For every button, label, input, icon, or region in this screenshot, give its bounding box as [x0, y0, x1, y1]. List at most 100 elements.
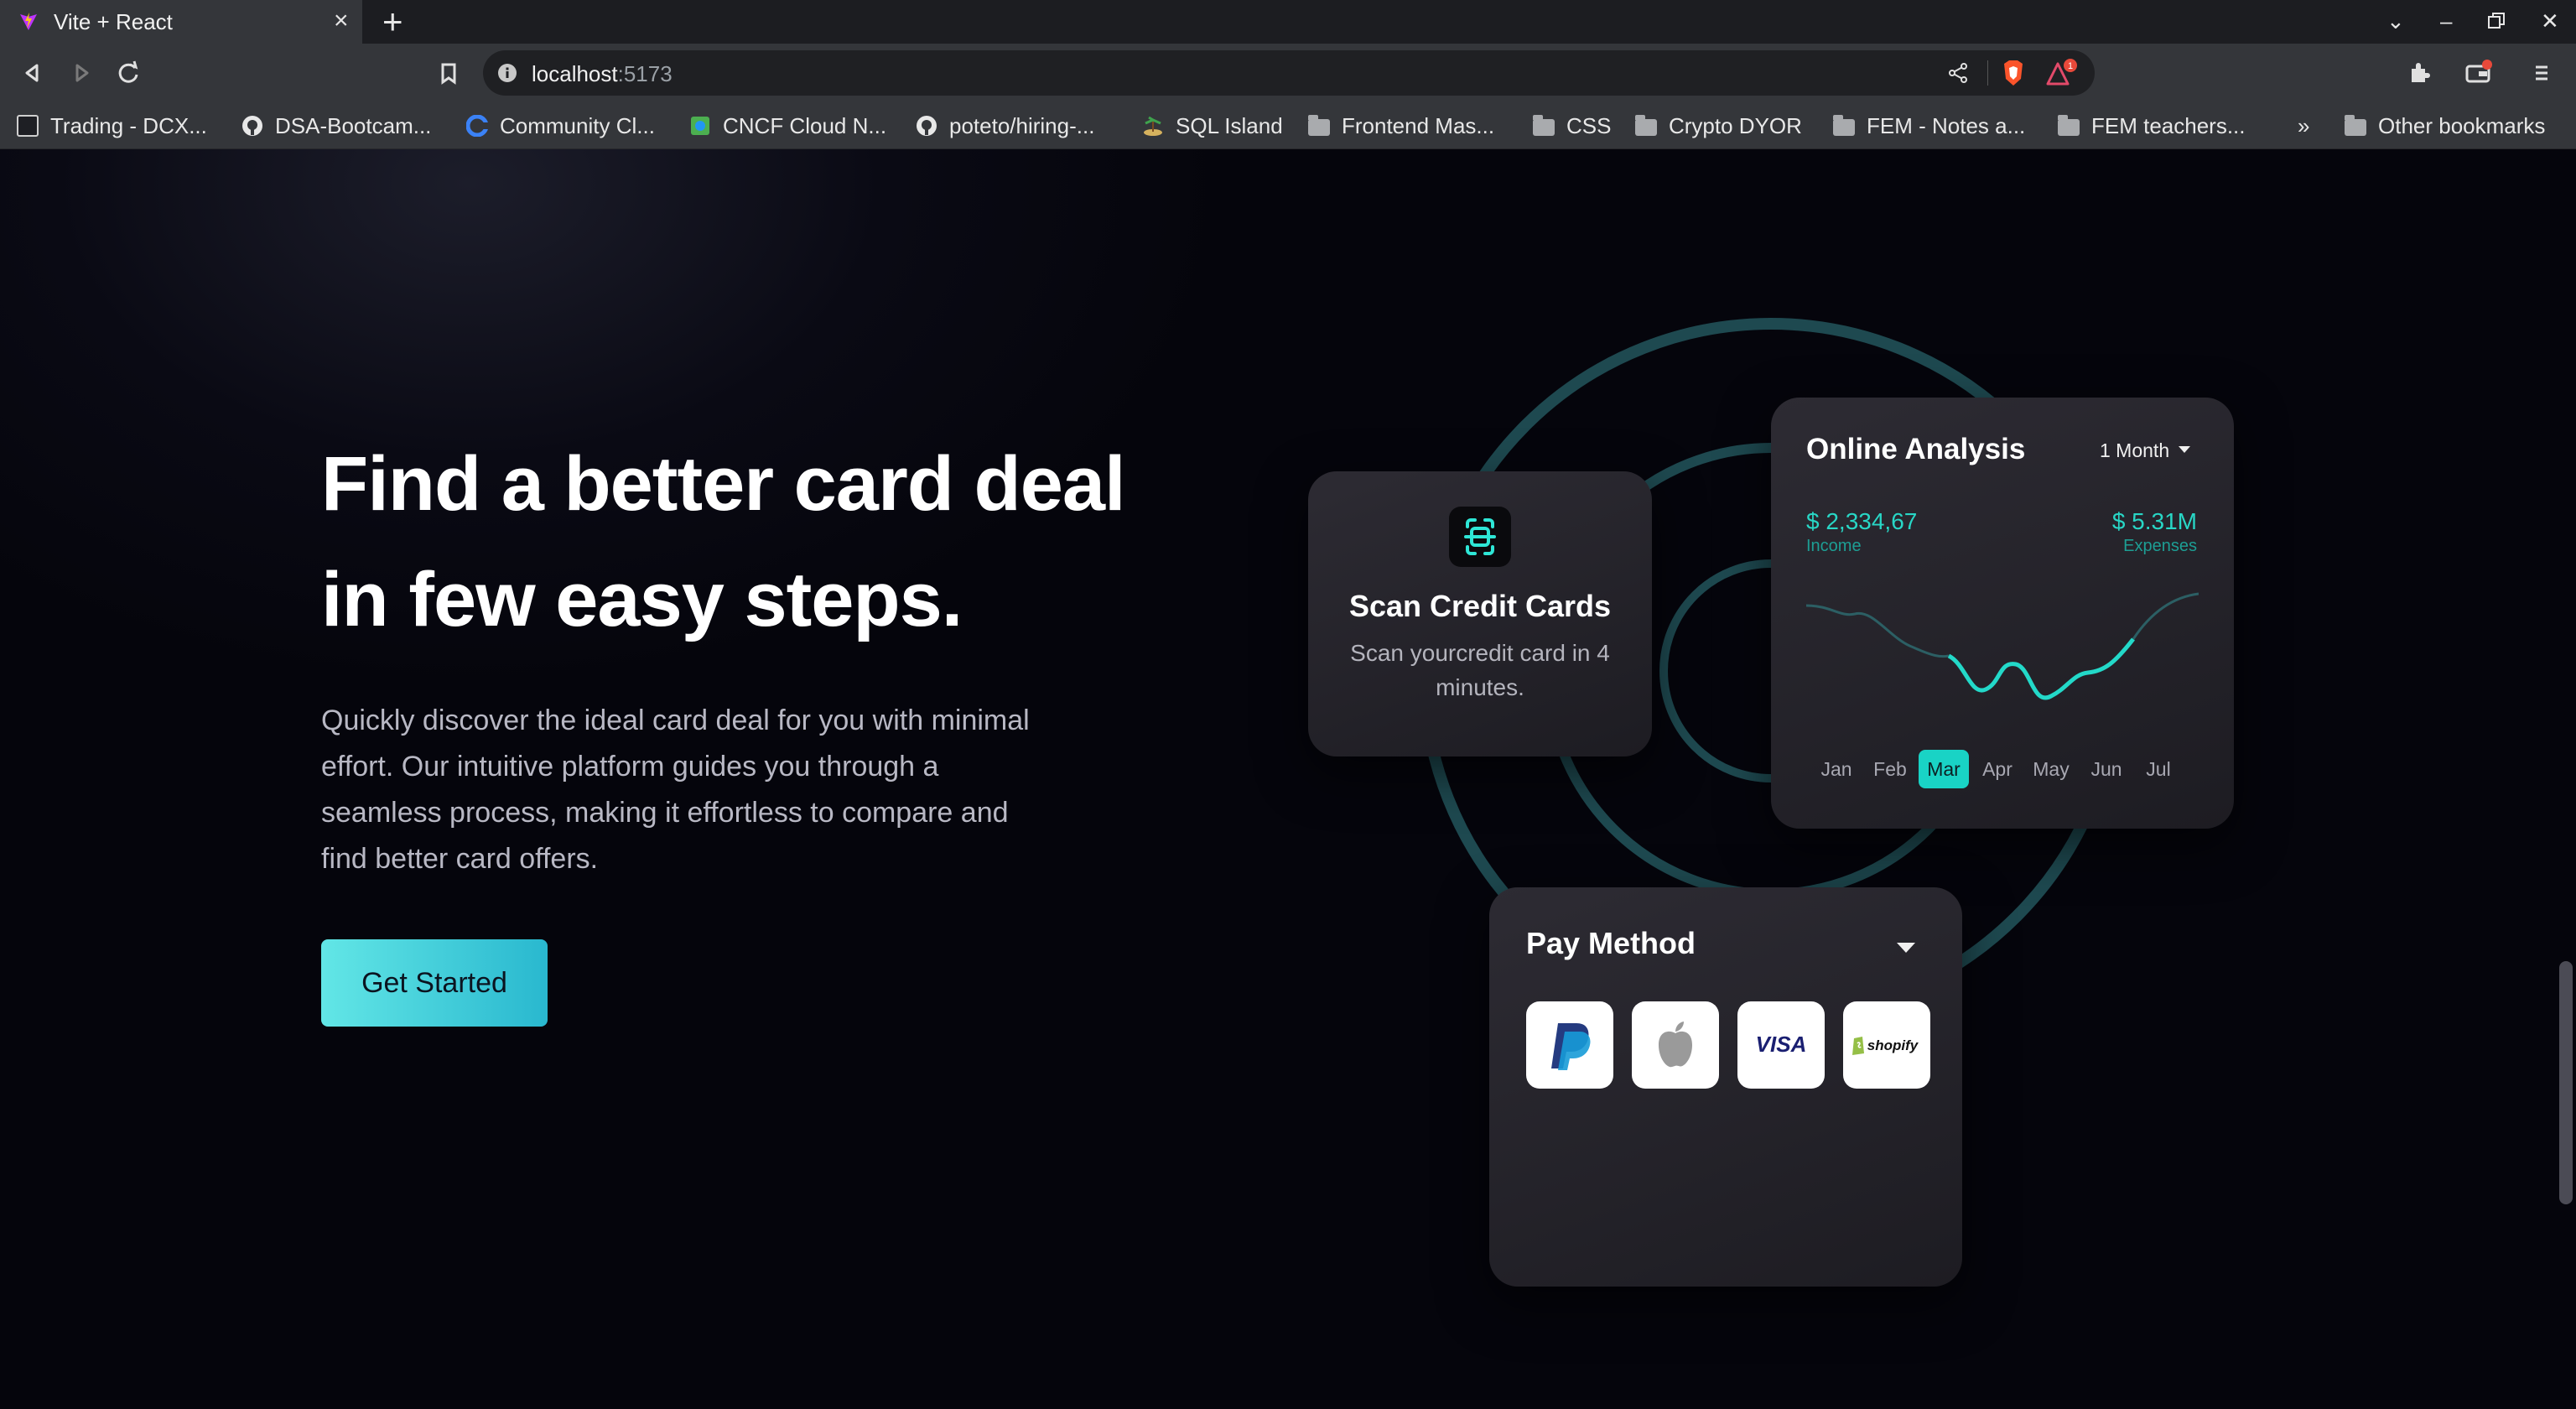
- folder-icon: [1533, 115, 1555, 136]
- minimize-icon[interactable]: –: [2440, 8, 2452, 34]
- shopify-icon: shopify: [1852, 1037, 1919, 1055]
- omnibox-divider: [1987, 60, 1988, 86]
- paypal-icon: [1551, 1023, 1591, 1070]
- svg-text:shopify: shopify: [1867, 1037, 1919, 1053]
- bookmark-folder-fem-teachers[interactable]: FEM teachers...: [2058, 110, 2246, 142]
- scan-card-subtitle: Scan yourcredit card in 4 minutes.: [1350, 640, 1610, 700]
- month-apr[interactable]: Apr: [1972, 750, 2023, 788]
- chevron-double-right-icon: »: [2298, 112, 2310, 138]
- tab-close-icon[interactable]: ×: [334, 7, 349, 35]
- brave-rewards-icon[interactable]: 1: [2046, 59, 2080, 89]
- bookmark-label: Trading - DCX...: [50, 112, 207, 138]
- apple-icon: [1659, 1022, 1692, 1068]
- address-bar[interactable]: localhost:5173 1: [483, 50, 2095, 96]
- bookmark-item-sql-island[interactable]: SQL Island: [1142, 110, 1283, 142]
- get-started-button[interactable]: Get Started: [321, 939, 548, 1027]
- bookmark-label: Community Cl...: [500, 112, 655, 138]
- bookmark-label: Crypto DYOR: [1669, 112, 1802, 138]
- tab-title: Vite + React: [54, 9, 173, 34]
- reload-icon[interactable]: [112, 57, 144, 89]
- hero-heading-line-2: in few easy steps.: [321, 557, 963, 642]
- extensions-icon[interactable]: [2403, 57, 2435, 89]
- bookmark-label: poteto/hiring-...: [949, 112, 1095, 138]
- folder-icon: [1833, 115, 1855, 136]
- bookmark-item-community[interactable]: Community Cl...: [466, 110, 655, 142]
- hero-heading: Find a better card deal in few easy step…: [321, 426, 1244, 658]
- income-label: Income: [1806, 537, 1862, 555]
- dcx-icon: [17, 115, 39, 137]
- scrollbar-thumb[interactable]: [2559, 961, 2573, 1204]
- tab-strip: Vite + React × + ⌄ – ✕: [0, 0, 2576, 44]
- month-jul[interactable]: Jul: [2133, 750, 2184, 788]
- pay-option-apple[interactable]: [1632, 1001, 1719, 1089]
- folder-icon: [1308, 115, 1330, 136]
- cncf-icon: [691, 117, 709, 135]
- bookmark-item-cncf[interactable]: CNCF Cloud N...: [689, 110, 886, 142]
- page-viewport: Find a better card deal in few easy step…: [0, 149, 2576, 1409]
- pay-option-shopify[interactable]: shopify: [1843, 1001, 1930, 1089]
- back-icon[interactable]: [17, 57, 49, 89]
- bookmark-item-dsa-bootcamp[interactable]: DSA-Bootcam...: [242, 110, 431, 142]
- hero-description: Quickly discover the ideal card deal for…: [321, 704, 1030, 875]
- expenses-label: Expenses: [2123, 537, 2197, 555]
- new-tab-icon[interactable]: +: [382, 3, 403, 40]
- period-dropdown[interactable]: 1 Month: [2100, 439, 2169, 462]
- scan-credit-cards-card: Scan Credit Cards Scan yourcredit card i…: [1308, 471, 1652, 756]
- caret-down-icon[interactable]: [2179, 446, 2190, 453]
- expenses-value: $ 5.31M: [2111, 508, 2197, 534]
- analysis-line-chart: [1806, 592, 2199, 700]
- folder-icon: [2345, 115, 2366, 136]
- page-scrollbar[interactable]: [2556, 149, 2576, 1409]
- pay-option-visa[interactable]: VISA: [1737, 1001, 1825, 1089]
- share-icon[interactable]: [1947, 62, 1969, 84]
- browser-toolbar: localhost:5173 1: [0, 44, 2576, 102]
- menu-icon[interactable]: [2526, 57, 2558, 89]
- bookmarks-bar: Trading - DCX... DSA-Bootcam... Communit…: [0, 102, 2576, 149]
- scan-icon: [1449, 507, 1511, 567]
- month-feb[interactable]: Feb: [1865, 750, 1915, 788]
- bookmark-folder-fem-notes[interactable]: FEM - Notes a...: [1833, 110, 2025, 142]
- close-window-icon[interactable]: ✕: [2541, 8, 2559, 34]
- forward-icon[interactable]: [65, 57, 97, 89]
- month-jun[interactable]: Jun: [2081, 750, 2132, 788]
- community-icon: [466, 115, 488, 137]
- site-info-icon[interactable]: [496, 62, 518, 84]
- bookmark-label: DSA-Bootcam...: [275, 112, 432, 138]
- pay-method-title: Pay Method: [1526, 926, 1696, 960]
- bookmark-icon[interactable]: [433, 57, 465, 89]
- bookmark-label: CNCF Cloud N...: [723, 112, 887, 138]
- pay-option-paypal[interactable]: [1526, 1001, 1613, 1089]
- visa-icon: VISA: [1756, 1032, 1807, 1057]
- income-value: $ 2,334,67: [1806, 508, 1918, 534]
- github-icon: [917, 116, 937, 136]
- month-jan[interactable]: Jan: [1811, 750, 1862, 788]
- bookmark-label: Frontend Mas...: [1342, 112, 1495, 138]
- month-may[interactable]: May: [2026, 750, 2076, 788]
- svg-text:VISA: VISA: [1756, 1032, 1807, 1057]
- caret-down-icon[interactable]: [1897, 943, 1915, 953]
- wallet-icon[interactable]: [2462, 57, 2494, 89]
- online-analysis-card: Online Analysis 1 Month $ 2,334,67 Incom…: [1771, 398, 2234, 829]
- bookmark-item-poteto[interactable]: poteto/hiring-...: [916, 110, 1094, 142]
- scan-card-title: Scan Credit Cards: [1348, 589, 1612, 623]
- island-icon: [1144, 116, 1162, 136]
- analysis-title: Online Analysis: [1806, 433, 2026, 465]
- bookmark-item-trading[interactable]: Trading - DCX...: [17, 110, 207, 142]
- bookmark-folder-other[interactable]: Other bookmarks: [2345, 110, 2545, 142]
- bookmark-folder-frontend-masters[interactable]: Frontend Mas...: [1308, 110, 1494, 142]
- bookmark-folder-css[interactable]: CSS: [1533, 110, 1611, 142]
- github-icon: [242, 116, 262, 136]
- bookmark-folder-crypto-dyor[interactable]: Crypto DYOR: [1635, 110, 1802, 142]
- tab-search-chevron-icon[interactable]: ⌄: [2386, 8, 2405, 34]
- folder-icon: [1635, 115, 1657, 136]
- bookmark-label: Other bookmarks: [2378, 112, 2546, 138]
- bookmark-label: FEM - Notes a...: [1867, 112, 2026, 138]
- bookmark-label: CSS: [1566, 112, 1612, 138]
- tab-vite-react[interactable]: Vite + React ×: [0, 0, 362, 44]
- hero-heading-line-1: Find a better card deal: [321, 441, 1126, 527]
- bookmark-label: SQL Island: [1176, 112, 1283, 138]
- brave-shields-icon[interactable]: [2001, 59, 2026, 87]
- month-mar[interactable]: Mar: [1919, 750, 1969, 788]
- restore-icon[interactable]: [2487, 12, 2506, 30]
- bookmarks-overflow-button[interactable]: »: [2298, 110, 2309, 142]
